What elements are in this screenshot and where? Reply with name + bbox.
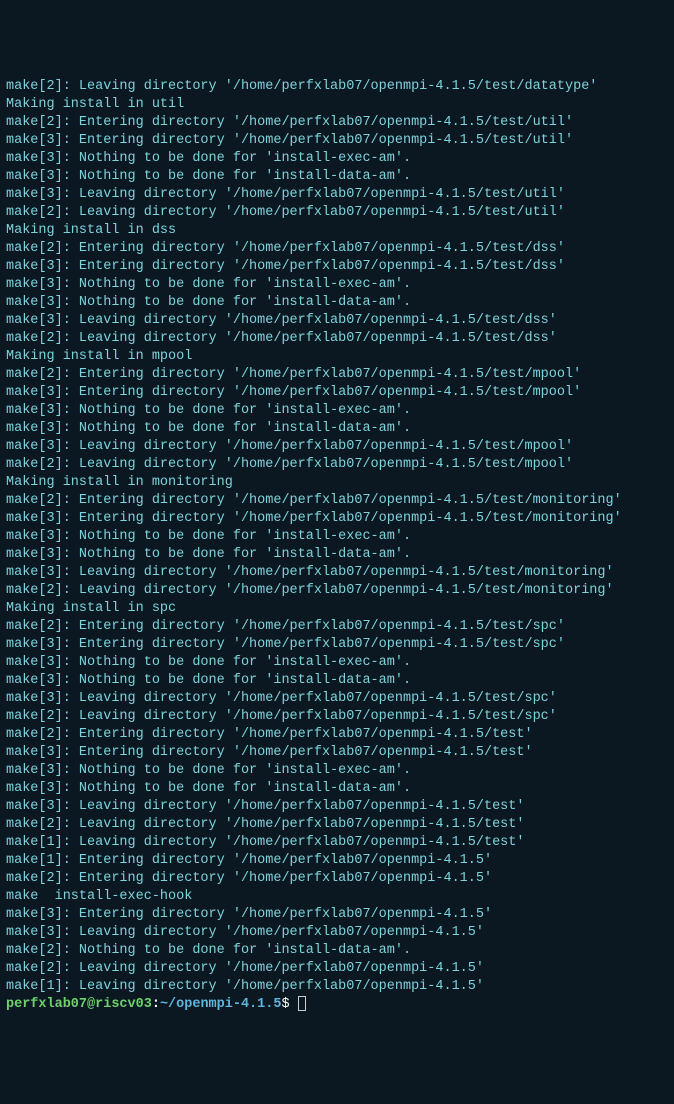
terminal-line: make[2]: Leaving directory '/home/perfxl… <box>6 960 668 978</box>
terminal-line: make[3]: Leaving directory '/home/perfxl… <box>6 798 668 816</box>
terminal-line: make[3]: Nothing to be done for 'install… <box>6 780 668 798</box>
terminal-line: Making install in spc <box>6 600 668 618</box>
terminal-line: make[1]: Leaving directory '/home/perfxl… <box>6 978 668 996</box>
terminal-line: make[3]: Entering directory '/home/perfx… <box>6 132 668 150</box>
terminal-line: make[2]: Nothing to be done for 'install… <box>6 942 668 960</box>
terminal-line: make[3]: Entering directory '/home/perfx… <box>6 906 668 924</box>
terminal-line: make[3]: Leaving directory '/home/perfxl… <box>6 564 668 582</box>
cursor-icon <box>298 996 306 1011</box>
terminal-line: make[3]: Entering directory '/home/perfx… <box>6 510 668 528</box>
terminal-line: make[3]: Nothing to be done for 'install… <box>6 168 668 186</box>
terminal-line: make[3]: Leaving directory '/home/perfxl… <box>6 924 668 942</box>
terminal-line: make[3]: Nothing to be done for 'install… <box>6 420 668 438</box>
prompt-separator: : <box>152 997 160 1012</box>
terminal-line: make[2]: Entering directory '/home/perfx… <box>6 114 668 132</box>
terminal-line: make[3]: Nothing to be done for 'install… <box>6 546 668 564</box>
terminal-line: make[3]: Leaving directory '/home/perfxl… <box>6 438 668 456</box>
terminal-line: Making install in util <box>6 96 668 114</box>
terminal-line: make[2]: Leaving directory '/home/perfxl… <box>6 78 668 96</box>
prompt-dollar: $ <box>281 997 297 1012</box>
terminal-line: Making install in dss <box>6 222 668 240</box>
terminal-line: make[2]: Entering directory '/home/perfx… <box>6 618 668 636</box>
terminal-line: make[3]: Entering directory '/home/perfx… <box>6 258 668 276</box>
terminal-line: make[3]: Nothing to be done for 'install… <box>6 528 668 546</box>
terminal-line: make[2]: Leaving directory '/home/perfxl… <box>6 816 668 834</box>
terminal-line: make[3]: Leaving directory '/home/perfxl… <box>6 186 668 204</box>
terminal-line: make install-exec-hook <box>6 888 668 906</box>
terminal-line: make[2]: Leaving directory '/home/perfxl… <box>6 708 668 726</box>
terminal-line: make[3]: Leaving directory '/home/perfxl… <box>6 690 668 708</box>
terminal-line: Making install in monitoring <box>6 474 668 492</box>
terminal-line: make[3]: Nothing to be done for 'install… <box>6 150 668 168</box>
shell-prompt[interactable]: perfxlab07@riscv03:~/openmpi-4.1.5$ <box>6 996 668 1014</box>
terminal-line: make[3]: Entering directory '/home/perfx… <box>6 636 668 654</box>
terminal-line: make[3]: Entering directory '/home/perfx… <box>6 744 668 762</box>
terminal-line: make[1]: Entering directory '/home/perfx… <box>6 852 668 870</box>
terminal-line: make[2]: Entering directory '/home/perfx… <box>6 492 668 510</box>
terminal-line: make[2]: Leaving directory '/home/perfxl… <box>6 204 668 222</box>
terminal-line: make[2]: Entering directory '/home/perfx… <box>6 870 668 888</box>
terminal-line: make[3]: Nothing to be done for 'install… <box>6 762 668 780</box>
terminal-line: make[1]: Leaving directory '/home/perfxl… <box>6 834 668 852</box>
prompt-path: ~/openmpi-4.1.5 <box>160 997 282 1012</box>
terminal-line: make[3]: Nothing to be done for 'install… <box>6 672 668 690</box>
terminal-line: make[2]: Entering directory '/home/perfx… <box>6 726 668 744</box>
terminal-line: make[3]: Nothing to be done for 'install… <box>6 654 668 672</box>
terminal-line: make[2]: Leaving directory '/home/perfxl… <box>6 330 668 348</box>
terminal-line: make[2]: Leaving directory '/home/perfxl… <box>6 582 668 600</box>
terminal-line: make[2]: Leaving directory '/home/perfxl… <box>6 456 668 474</box>
terminal-line: make[3]: Entering directory '/home/perfx… <box>6 384 668 402</box>
terminal-line: make[3]: Leaving directory '/home/perfxl… <box>6 312 668 330</box>
terminal-line: make[2]: Entering directory '/home/perfx… <box>6 240 668 258</box>
terminal-line: make[3]: Nothing to be done for 'install… <box>6 402 668 420</box>
terminal-line: make[3]: Nothing to be done for 'install… <box>6 294 668 312</box>
terminal-output[interactable]: make[2]: Leaving directory '/home/perfxl… <box>6 78 668 1014</box>
terminal-line: make[2]: Entering directory '/home/perfx… <box>6 366 668 384</box>
prompt-user-host: perfxlab07@riscv03 <box>6 997 152 1012</box>
terminal-line: make[3]: Nothing to be done for 'install… <box>6 276 668 294</box>
terminal-line: Making install in mpool <box>6 348 668 366</box>
